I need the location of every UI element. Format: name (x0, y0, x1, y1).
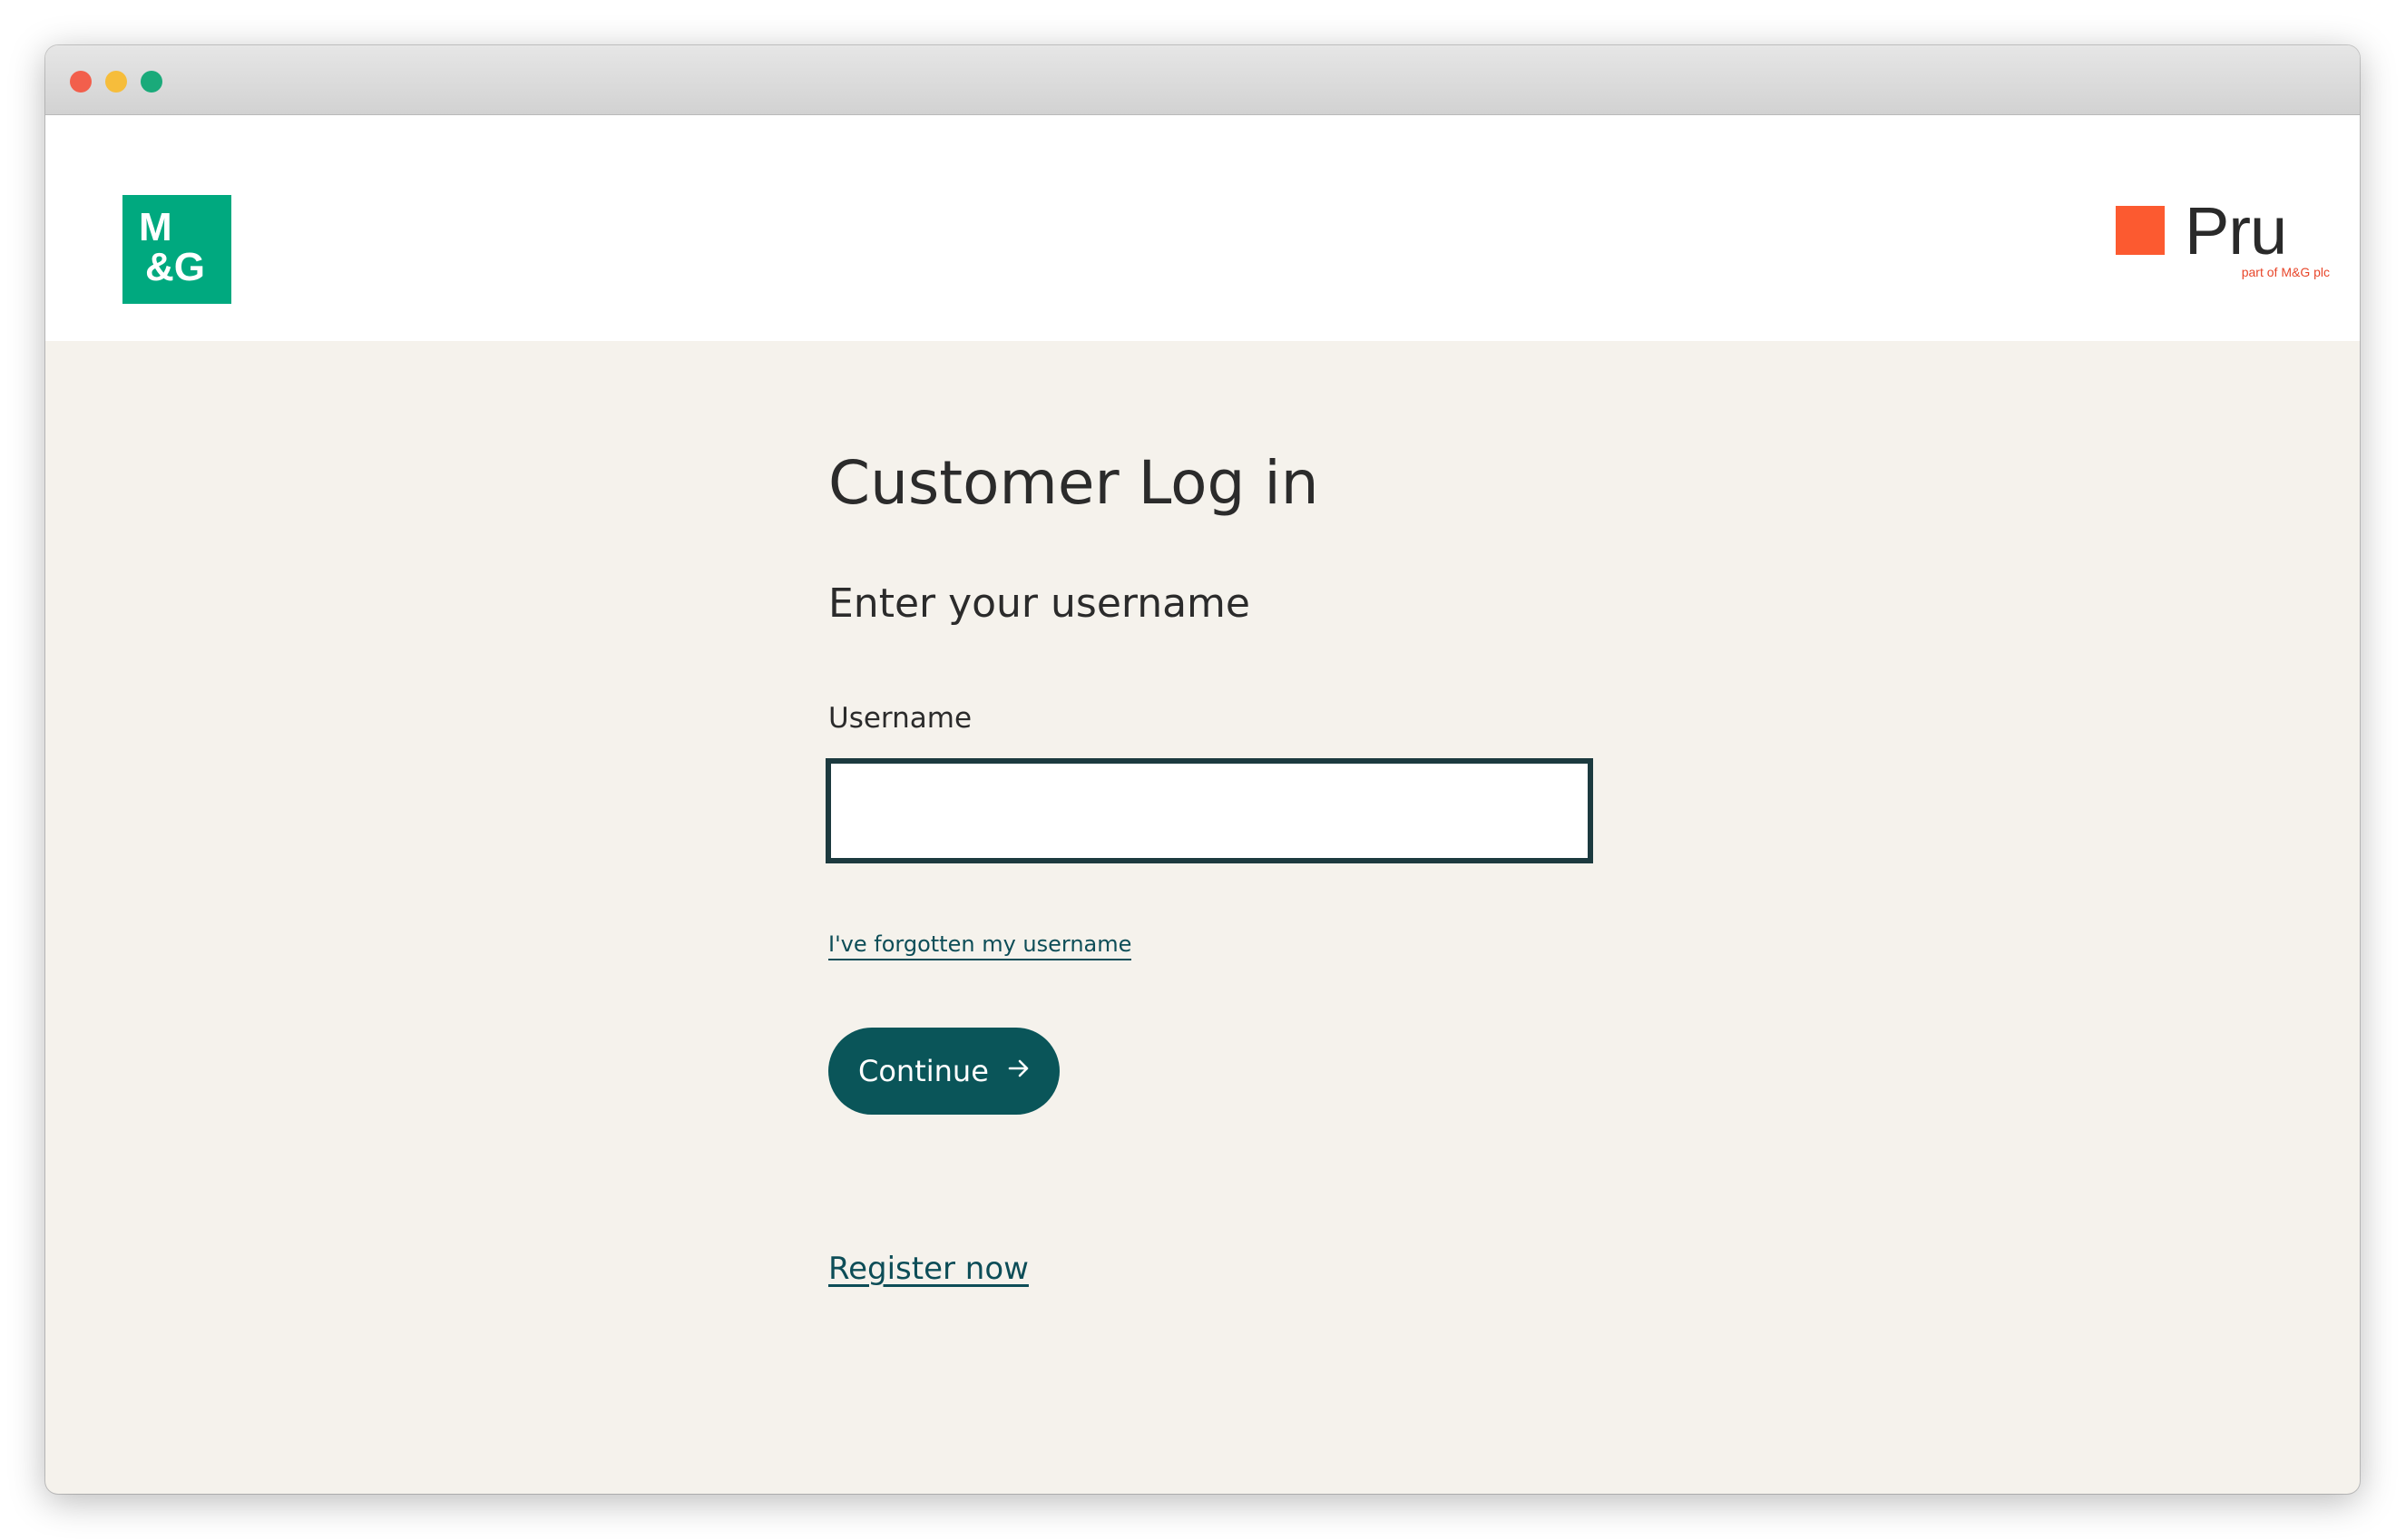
pru-logo-square-icon (2116, 206, 2165, 255)
mg-logo-line2: &G (145, 245, 205, 289)
mg-logo[interactable]: M &G (122, 195, 231, 304)
form-subtitle: Enter your username (828, 580, 1250, 627)
forgot-username-link[interactable]: I've forgotten my username (828, 930, 1132, 960)
continue-button-label: Continue (858, 1054, 989, 1088)
username-input[interactable] (826, 758, 1593, 863)
close-window-button[interactable] (70, 71, 92, 93)
page-title: Customer Log in (828, 448, 1319, 518)
mg-logo-line1: M (139, 205, 172, 249)
arrow-right-icon (1007, 1057, 1031, 1086)
username-label: Username (828, 702, 973, 735)
site-header: M &G Pru part of M&G plc (45, 115, 2360, 341)
window-titlebar (45, 45, 2360, 115)
pru-logo-tagline: part of M&G plc (2241, 265, 2330, 279)
maximize-window-button[interactable] (141, 71, 162, 93)
register-now-link[interactable]: Register now (828, 1249, 1029, 1289)
minimize-window-button[interactable] (105, 71, 127, 93)
continue-button[interactable]: Continue (828, 1028, 1060, 1115)
pru-logo-word: Pru (2185, 193, 2287, 268)
